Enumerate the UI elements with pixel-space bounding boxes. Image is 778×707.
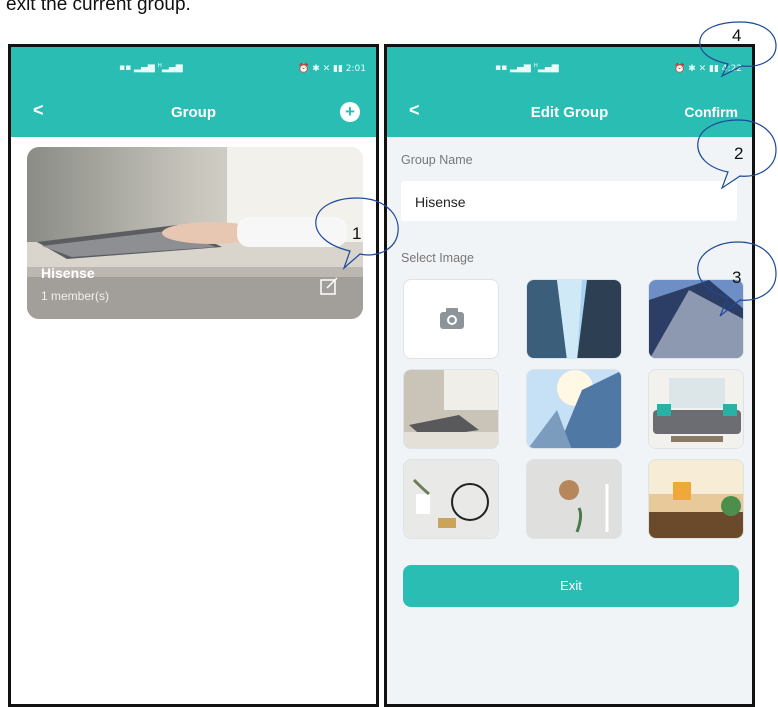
image-option-8[interactable] (648, 459, 744, 539)
image-option-4[interactable] (526, 369, 622, 449)
image-option-5[interactable] (648, 369, 744, 449)
callout-2: 2 (692, 118, 778, 190)
callout-3-number: 3 (732, 268, 742, 287)
callout-1-number: 1 (352, 224, 362, 243)
group-name-input[interactable]: Hisense (401, 181, 737, 221)
group-name-value: Hisense (415, 194, 466, 210)
group-screen: ▪▪ ▂▄▆ ᴴ▂▄▆ ⏰ ✱ ✕ ▮▮ 2:01 < Group + Hise… (8, 44, 379, 707)
camera-upload-option[interactable] (403, 279, 499, 359)
status-bar: ▪▪ ▂▄▆ ᴴ▂▄▆ ⏰ ✱ ✕ ▮▮ 2:01 (11, 47, 376, 89)
callout-3: 3 (694, 240, 778, 317)
image-option-7[interactable] (526, 459, 622, 539)
caption-text: exit the current group. (6, 0, 191, 15)
group-name-label: Group Name (401, 153, 473, 167)
image-option-3[interactable] (403, 369, 499, 449)
add-group-button[interactable]: + (340, 102, 360, 122)
signal-icon: ▪▪ ▂▄▆ ᴴ▂▄▆ (495, 63, 559, 73)
edit-icon[interactable] (320, 277, 338, 295)
select-image-label: Select Image (401, 251, 474, 265)
callout-4: 4 (696, 18, 778, 78)
camera-icon (440, 308, 464, 329)
status-time: 2:01 (345, 64, 366, 74)
signal-icon: ▪▪ ▂▄▆ ᴴ▂▄▆ (119, 63, 183, 73)
image-option-6[interactable] (403, 459, 499, 539)
image-option-1[interactable] (526, 279, 622, 359)
exit-group-button[interactable]: Exit (403, 565, 739, 607)
status-icons: ⏰ ✱ ✕ ▮▮ (298, 64, 346, 74)
callout-2-number: 2 (734, 144, 744, 163)
group-name: Hisense (41, 265, 95, 281)
group-member-count: 1 member(s) (41, 289, 110, 303)
page-title: Group (171, 104, 216, 121)
callout-1: 1 (312, 196, 402, 270)
callout-4-number: 4 (732, 26, 742, 45)
nav-bar: < Group + (11, 89, 376, 137)
